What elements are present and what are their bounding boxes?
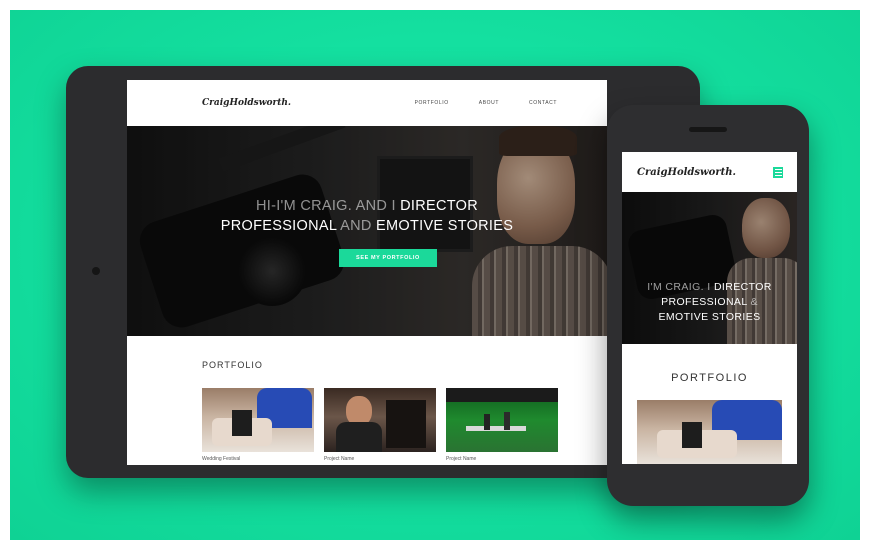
- portfolio-thumbnail[interactable]: [202, 388, 314, 452]
- portfolio-item[interactable]: Project Name: [446, 388, 558, 465]
- thumb-body: [336, 422, 382, 452]
- site-logo[interactable]: CraigHoldsworth.: [637, 167, 736, 178]
- phone-portfolio-title: PORTFOLIO: [671, 372, 748, 384]
- phone-hero-line-3: EMOTIVE STORIES: [658, 311, 761, 323]
- phone-hero-line-1-dim: I'M CRAIG. I: [647, 281, 714, 293]
- thumb-floor-line: [466, 426, 526, 431]
- nav-menu: PORTFOLIO ABOUT CONTACT: [415, 100, 557, 106]
- portfolio-grid: Wedding Festival Project Name Project Na…: [202, 388, 558, 465]
- portfolio-section: PORTFOLIO Wedding Festival Project Name: [127, 336, 607, 465]
- portfolio-thumbnail[interactable]: [446, 388, 558, 452]
- thumb-camera: [682, 422, 702, 448]
- hero-line-1-bright: DIRECTOR: [400, 198, 478, 214]
- phone-hero-line-2-bright: PROFESSIONAL: [661, 296, 748, 308]
- phone-hero-line-1-bright: DIRECTOR: [713, 281, 772, 293]
- portfolio-item[interactable]: Project Name: [324, 388, 436, 465]
- thumb-ceiling: [446, 388, 558, 402]
- thumb-equipment: [386, 400, 426, 448]
- tablet-screen: CraigHoldsworth. PORTFOLIO ABOUT CONTACT…: [127, 80, 607, 465]
- nav-item-contact[interactable]: CONTACT: [529, 100, 557, 106]
- nav-item-portfolio[interactable]: PORTFOLIO: [415, 100, 449, 106]
- hero-line-2-bright-a: PROFESSIONAL: [220, 218, 337, 234]
- hero-line-2-dim: AND: [336, 218, 377, 234]
- thumb-camera: [232, 410, 252, 436]
- tablet-device: CraigHoldsworth. PORTFOLIO ABOUT CONTACT…: [66, 66, 700, 478]
- phone-hero-line-2-dim: &: [747, 296, 758, 308]
- portfolio-caption[interactable]: Project Name: [446, 456, 476, 462]
- hamburger-icon[interactable]: [773, 166, 783, 178]
- portfolio-item[interactable]: Wedding Festival: [202, 388, 314, 465]
- phone-screen: CraigHoldsworth. I'M CRAIG. I DIRECTOR P…: [622, 152, 797, 464]
- hero-line-2: PROFESSIONAL AND EMOTIVE STORIES: [127, 216, 607, 236]
- thumb-person: [504, 412, 510, 430]
- hero-banner: HI-I'M CRAIG. AND I DIRECTOR PROFESSIONA…: [127, 126, 607, 336]
- phone-hero-banner: I'M CRAIG. I DIRECTOR PROFESSIONAL & EMO…: [622, 192, 797, 344]
- portfolio-title: PORTFOLIO: [202, 360, 263, 370]
- thumb-person: [484, 414, 490, 430]
- phone-device: CraigHoldsworth. I'M CRAIG. I DIRECTOR P…: [607, 105, 809, 506]
- phone-navbar: CraigHoldsworth.: [622, 152, 797, 192]
- portfolio-caption[interactable]: Wedding Festival: [202, 456, 240, 462]
- phone-hero-line-1: I'M CRAIG. I DIRECTOR: [622, 280, 797, 295]
- hero-headline: HI-I'M CRAIG. AND I DIRECTOR PROFESSIONA…: [127, 196, 607, 236]
- phone-hero-headline: I'M CRAIG. I DIRECTOR PROFESSIONAL & EMO…: [622, 280, 797, 325]
- portfolio-thumbnail[interactable]: [324, 388, 436, 452]
- hero-line-1: HI-I'M CRAIG. AND I DIRECTOR: [127, 196, 607, 216]
- phone-hero-line-2: PROFESSIONAL &: [622, 295, 797, 310]
- hero-line-2-bright-b: EMOTIVE STORIES: [376, 218, 514, 234]
- phone-portfolio-thumbnail[interactable]: [637, 400, 782, 464]
- see-portfolio-button[interactable]: SEE MY PORTFOLIO: [339, 249, 437, 267]
- portfolio-caption[interactable]: Project Name: [324, 456, 354, 462]
- nav-item-about[interactable]: ABOUT: [479, 100, 499, 106]
- phone-speaker: [689, 127, 727, 132]
- green-backdrop: CraigHoldsworth. PORTFOLIO ABOUT CONTACT…: [10, 10, 860, 540]
- tablet-navbar: CraigHoldsworth. PORTFOLIO ABOUT CONTACT: [127, 80, 607, 126]
- site-logo[interactable]: CraigHoldsworth.: [202, 98, 291, 108]
- hero-line-1-dim: HI-I'M CRAIG. AND I: [256, 198, 401, 214]
- tablet-camera: [92, 267, 100, 275]
